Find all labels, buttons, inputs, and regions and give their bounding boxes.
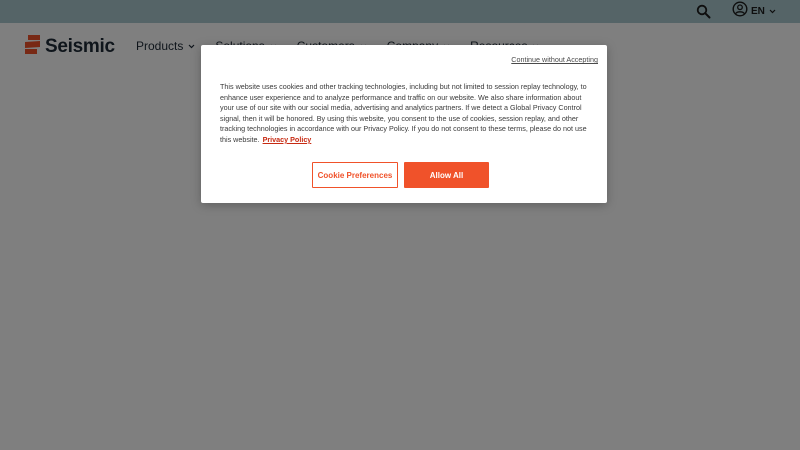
cookie-consent-text: This website uses cookies and other trac… <box>220 82 590 146</box>
allow-all-button[interactable]: Allow All <box>404 162 489 188</box>
privacy-policy-link[interactable]: Privacy Policy <box>263 135 312 144</box>
cookie-consent-dialog: Continue without Accepting This website … <box>201 45 607 203</box>
cookie-preferences-button[interactable]: Cookie Preferences <box>312 162 398 188</box>
continue-without-accepting-link[interactable]: Continue without Accepting <box>511 55 598 64</box>
